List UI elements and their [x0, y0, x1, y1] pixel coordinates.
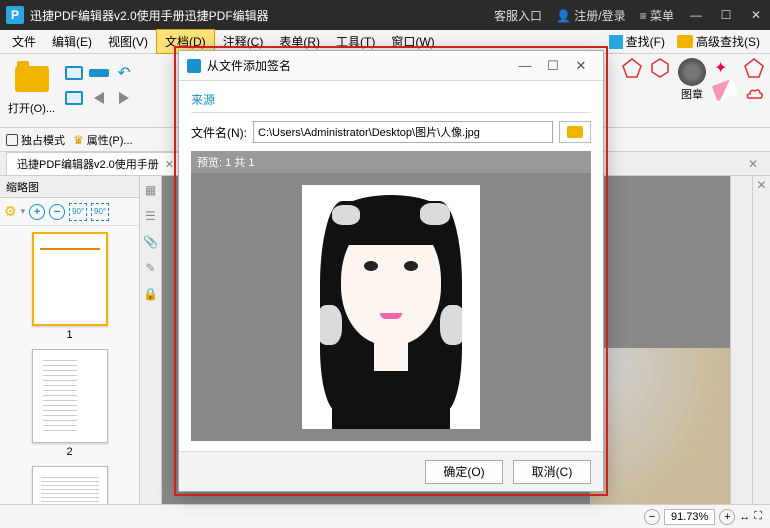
- decorative-gradient: [590, 348, 730, 528]
- printer-icon: [65, 66, 83, 80]
- right-mini-panel: ✕: [752, 176, 770, 528]
- folder-icon: [677, 35, 693, 48]
- find-icon: [609, 35, 623, 49]
- filename-label: 文件名(N):: [191, 124, 247, 141]
- print-button[interactable]: [63, 62, 85, 84]
- thumbnail-item[interactable]: 1: [32, 232, 108, 341]
- fit-page-icon[interactable]: ⛶: [754, 510, 762, 523]
- shape-hexagon-icon[interactable]: [650, 58, 670, 78]
- cancel-button[interactable]: 取消(C): [513, 460, 591, 484]
- dialog-close[interactable]: ✕: [567, 58, 595, 74]
- menu-edit[interactable]: 编辑(E): [44, 30, 100, 53]
- preview-area: [191, 173, 591, 441]
- dialog-titlebar: 从文件添加签名 — ☐ ✕: [179, 51, 603, 81]
- sidetab-attachments[interactable]: 📎: [143, 234, 159, 250]
- arrow-right-icon: [119, 92, 129, 104]
- scan-button[interactable]: [88, 62, 110, 84]
- ok-button[interactable]: 确定(O): [425, 460, 503, 484]
- undo-button[interactable]: ↶: [113, 62, 135, 84]
- advanced-find-button[interactable]: 高级查找(S): [671, 31, 766, 52]
- left-sidetabs: ▦ ☰ 📎 ✎ 🔒: [140, 176, 162, 528]
- folder-icon: [567, 126, 583, 138]
- minimize-button[interactable]: —: [688, 7, 704, 23]
- properties-button[interactable]: ♛属性(P)...: [73, 132, 133, 148]
- scanner-icon: [89, 69, 109, 77]
- app-title: 迅捷PDF编辑器v2.0使用手册迅捷PDF编辑器: [30, 7, 494, 24]
- thumbnail-header: 缩略图: [0, 176, 139, 198]
- dialog-body: 来源 文件名(N): 预览: 1 共 1: [179, 81, 603, 451]
- exclusive-mode-button[interactable]: 独占模式: [6, 132, 65, 148]
- dialog-title: 从文件添加签名: [207, 57, 511, 74]
- print2-button[interactable]: [63, 87, 85, 109]
- browse-button[interactable]: [559, 121, 591, 143]
- thumb-zoom-out[interactable]: −: [49, 204, 65, 220]
- filename-input[interactable]: [253, 121, 553, 143]
- tab-close-icon[interactable]: ✕: [165, 158, 174, 171]
- add-signature-dialog: 从文件添加签名 — ☐ ✕ 来源 文件名(N): 预览: 1 共 1 确定(: [178, 50, 604, 492]
- shape-cloud-icon[interactable]: [744, 84, 764, 104]
- shape-pentagon2-icon[interactable]: [744, 58, 764, 78]
- open-icon: [15, 66, 49, 92]
- sidetab-lock[interactable]: 🔒: [143, 286, 159, 302]
- sidetab-bookmarks[interactable]: ☰: [143, 208, 159, 224]
- shape-pentagon-icon[interactable]: [622, 58, 642, 78]
- open-tool[interactable]: 打开(O)...: [4, 58, 59, 123]
- dialog-minimize[interactable]: —: [511, 58, 539, 73]
- right-panel-close[interactable]: ✕: [753, 176, 770, 192]
- magic-wand-icon[interactable]: [714, 58, 732, 76]
- close-button[interactable]: ✕: [748, 7, 764, 23]
- thumbnail-panel: 缩略图 ⚙ ▾ + − 90° 90° 1 2 3: [0, 176, 140, 528]
- dialog-maximize[interactable]: ☐: [539, 58, 567, 74]
- fit-width-icon[interactable]: ↔: [739, 511, 750, 523]
- lock-icon: [6, 134, 18, 146]
- zoom-in-button[interactable]: +: [719, 509, 735, 525]
- prev-button[interactable]: [88, 87, 110, 109]
- thumbnail-list: 1 2 3: [0, 226, 139, 528]
- zoom-out-button[interactable]: −: [644, 509, 660, 525]
- gear-icon[interactable]: ⚙: [4, 203, 17, 220]
- source-section-header: 来源: [191, 91, 591, 113]
- dialog-icon: [187, 59, 201, 73]
- find-button[interactable]: 查找(F): [603, 31, 671, 52]
- thumb-zoom-in[interactable]: +: [29, 204, 45, 220]
- menu-file[interactable]: 文件: [4, 30, 44, 53]
- undo-icon: ↶: [117, 63, 130, 83]
- document-tab[interactable]: 迅捷PDF编辑器v2.0使用手册 ✕: [6, 152, 185, 175]
- printer-icon: [65, 91, 83, 105]
- login-link[interactable]: 👤 注册/登录: [556, 7, 626, 24]
- main-menu-link[interactable]: ≡ 菜单: [640, 7, 674, 24]
- customer-service-link[interactable]: 客服入口: [494, 7, 542, 24]
- arrow-left-icon: [94, 92, 104, 104]
- app-logo: P: [6, 6, 24, 24]
- dialog-footer: 确定(O) 取消(C): [179, 451, 603, 491]
- eraser-icon[interactable]: [712, 79, 738, 102]
- titlebar: P 迅捷PDF编辑器v2.0使用手册迅捷PDF编辑器 客服入口 👤 注册/登录 …: [0, 0, 770, 30]
- thumbnail-item[interactable]: 2: [32, 349, 108, 458]
- zoom-value[interactable]: 91.73%: [664, 509, 715, 525]
- sidetab-comments[interactable]: ✎: [143, 260, 159, 276]
- maximize-button[interactable]: ☐: [718, 7, 734, 23]
- rotate-right-button[interactable]: 90°: [91, 203, 109, 221]
- tab-overflow-button[interactable]: ✕: [742, 157, 764, 171]
- crown-icon: ♛: [73, 133, 84, 147]
- rotate-left-button[interactable]: 90°: [69, 203, 87, 221]
- stamp-icon: [678, 58, 706, 86]
- sidetab-thumbnails[interactable]: ▦: [143, 182, 159, 198]
- stamp-tool[interactable]: 图章: [678, 58, 706, 102]
- menu-view[interactable]: 视图(V): [100, 30, 156, 53]
- preview-image: [302, 185, 480, 429]
- preview-header: 预览: 1 共 1: [191, 151, 591, 173]
- right-sidetabs: [730, 176, 752, 528]
- next-button[interactable]: [113, 87, 135, 109]
- thumbnail-toolbar: ⚙ ▾ + − 90° 90°: [0, 198, 139, 226]
- statusbar: − 91.73% + ↔ ⛶: [0, 504, 770, 528]
